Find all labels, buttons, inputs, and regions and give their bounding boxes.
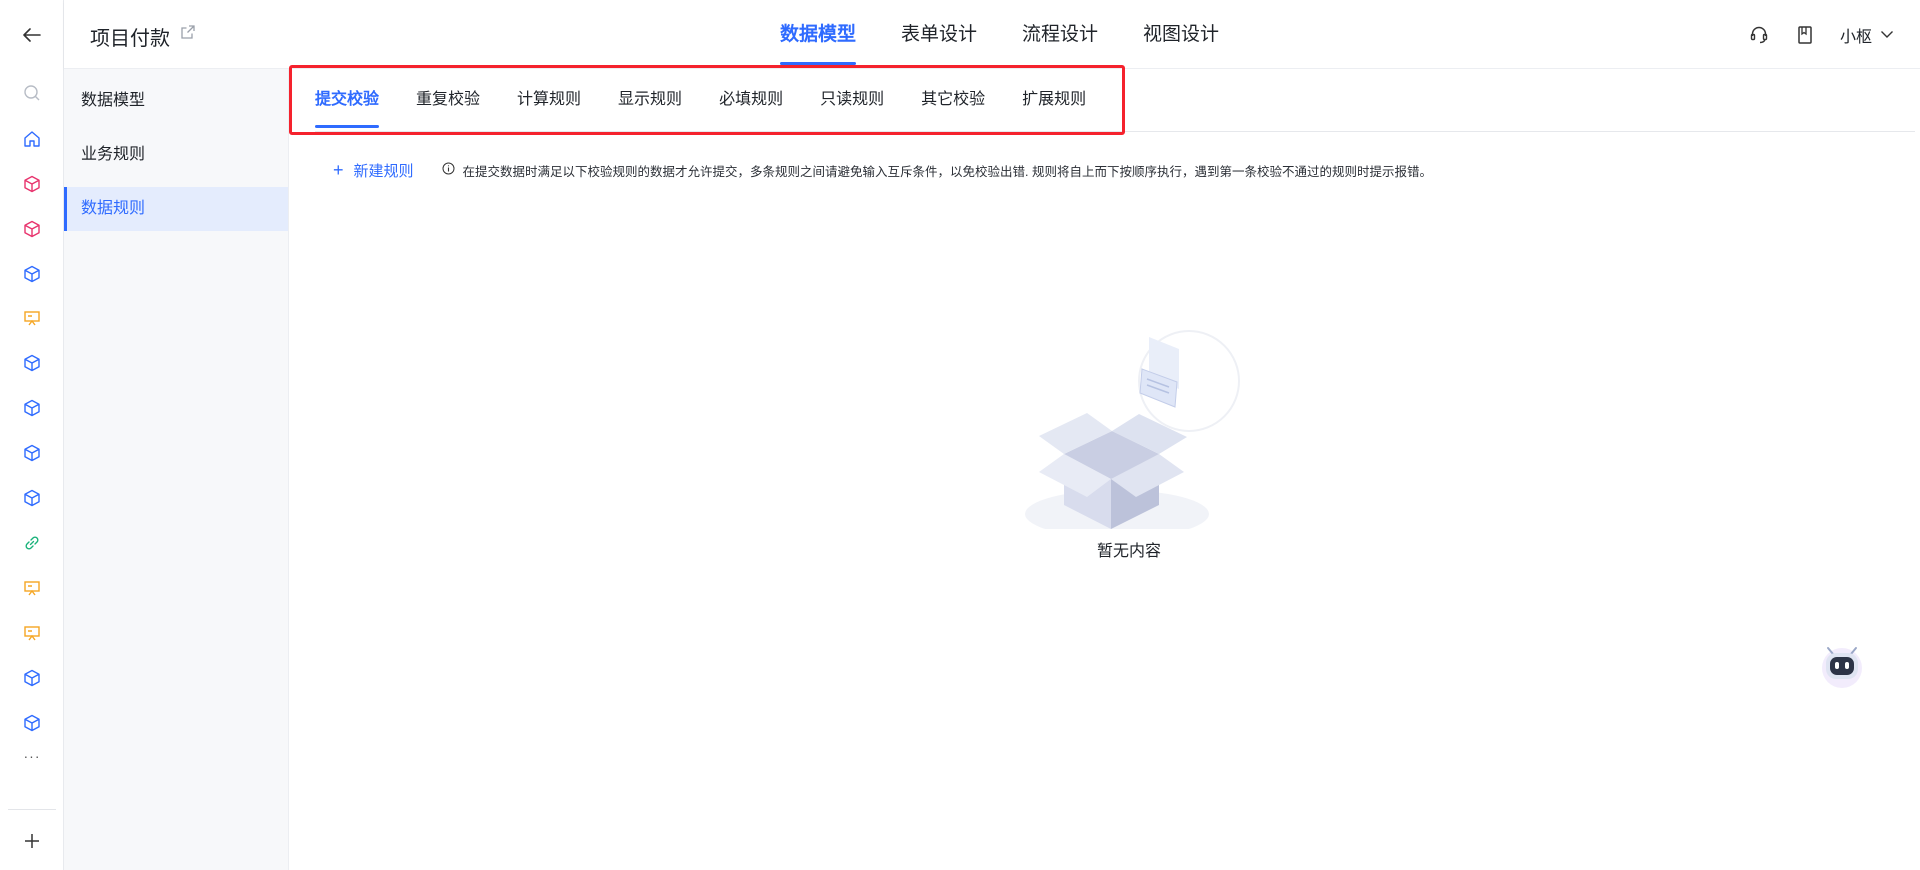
- cube-icon[interactable]: [16, 482, 48, 514]
- tab-data-model[interactable]: 数据模型: [780, 0, 857, 69]
- cube-icon[interactable]: [16, 392, 48, 424]
- empty-state-label: 暂无内容: [1096, 543, 1161, 560]
- rule-toolbar: + 新建规则 在提交数据时满足以下校验规则的数据才允许提交，多条规则之间请避免输…: [333, 159, 1432, 181]
- tab-calculation-rules[interactable]: 计算规则: [517, 69, 581, 132]
- new-rule-label: 新建规则: [353, 162, 414, 180]
- cube-icon[interactable]: [16, 662, 48, 694]
- rule-type-tabs: 提交校验 重复校验 计算规则 显示规则 必填规则 只读规则 其它校验 扩展规则: [315, 69, 1915, 132]
- cube-icon[interactable]: [16, 168, 48, 200]
- info-icon: [442, 162, 455, 178]
- header-actions: 小枢: [1724, 0, 1894, 69]
- cube-icon[interactable]: [16, 437, 48, 469]
- home-icon[interactable]: [16, 123, 48, 155]
- user-menu[interactable]: 小枢: [1840, 23, 1894, 47]
- presentation-icon[interactable]: [16, 572, 48, 604]
- cube-icon[interactable]: [16, 347, 48, 379]
- cube-icon[interactable]: [16, 707, 48, 739]
- tab-required-rules[interactable]: 必填规则: [719, 69, 783, 132]
- tab-form-design[interactable]: 表单设计: [901, 0, 977, 69]
- more-menu-button[interactable]: ···: [16, 748, 48, 774]
- back-arrow-icon[interactable]: [16, 20, 48, 50]
- app-window: ··· 项目付款 数据模型 表单设计 流程设计 视图设计 小枢 数据模型 业务规…: [0, 0, 1920, 870]
- search-icon[interactable]: [16, 77, 48, 109]
- new-rule-button[interactable]: + 新建规则: [333, 160, 414, 181]
- secondary-sidebar: 数据模型 业务规则 数据规则: [64, 69, 289, 870]
- plus-icon: +: [333, 160, 344, 180]
- assistant-bot-icon[interactable]: [1818, 640, 1866, 688]
- top-header: 项目付款 数据模型 表单设计 流程设计 视图设计 小枢: [64, 0, 1920, 69]
- main-content: 提交校验 重复校验 计算规则 显示规则 必填规则 只读规则 其它校验 扩展规则 …: [289, 69, 1920, 870]
- presentation-icon[interactable]: [16, 617, 48, 649]
- tab-view-design[interactable]: 视图设计: [1143, 0, 1219, 69]
- sidebar-item-business-rules[interactable]: 业务规则: [64, 133, 288, 177]
- tab-flow-design[interactable]: 流程设计: [1022, 0, 1098, 69]
- tab-display-rules[interactable]: 显示规则: [618, 69, 682, 132]
- tab-readonly-rules[interactable]: 只读规则: [820, 69, 884, 132]
- empty-box-illustration: [1025, 330, 1240, 529]
- tab-duplicate-validation[interactable]: 重复校验: [416, 69, 480, 132]
- tab-other-validation[interactable]: 其它校验: [921, 69, 985, 132]
- link-icon[interactable]: [16, 527, 48, 559]
- top-nav-tabs: 数据模型 表单设计 流程设计 视图设计: [780, 0, 1264, 69]
- chevron-down-icon: [1880, 26, 1894, 44]
- headset-icon[interactable]: [1748, 24, 1770, 46]
- icon-rail: ···: [0, 0, 64, 870]
- sidebar-item-data-model[interactable]: 数据模型: [64, 79, 288, 123]
- rail-divider: [8, 809, 56, 810]
- cube-icon[interactable]: [16, 213, 48, 245]
- empty-state: 暂无内容: [999, 259, 1259, 560]
- sidebar-item-data-rules[interactable]: 数据规则: [64, 187, 288, 231]
- tab-submit-validation[interactable]: 提交校验: [315, 69, 380, 132]
- plus-icon[interactable]: [16, 825, 48, 857]
- rule-hint: 在提交数据时满足以下校验规则的数据才允许提交，多条规则之间请避免输入互斥条件，以…: [442, 161, 1432, 180]
- document-icon[interactable]: [1794, 24, 1816, 46]
- user-name: 小枢: [1839, 28, 1872, 46]
- presentation-icon[interactable]: [16, 302, 48, 334]
- cube-icon[interactable]: [16, 258, 48, 290]
- rule-hint-text: 在提交数据时满足以下校验规则的数据才允许提交，多条规则之间请避免输入互斥条件，以…: [462, 164, 1432, 179]
- app-title: 项目付款: [90, 28, 170, 50]
- tab-extension-rules[interactable]: 扩展规则: [1022, 69, 1086, 132]
- external-link-icon[interactable]: [180, 24, 198, 42]
